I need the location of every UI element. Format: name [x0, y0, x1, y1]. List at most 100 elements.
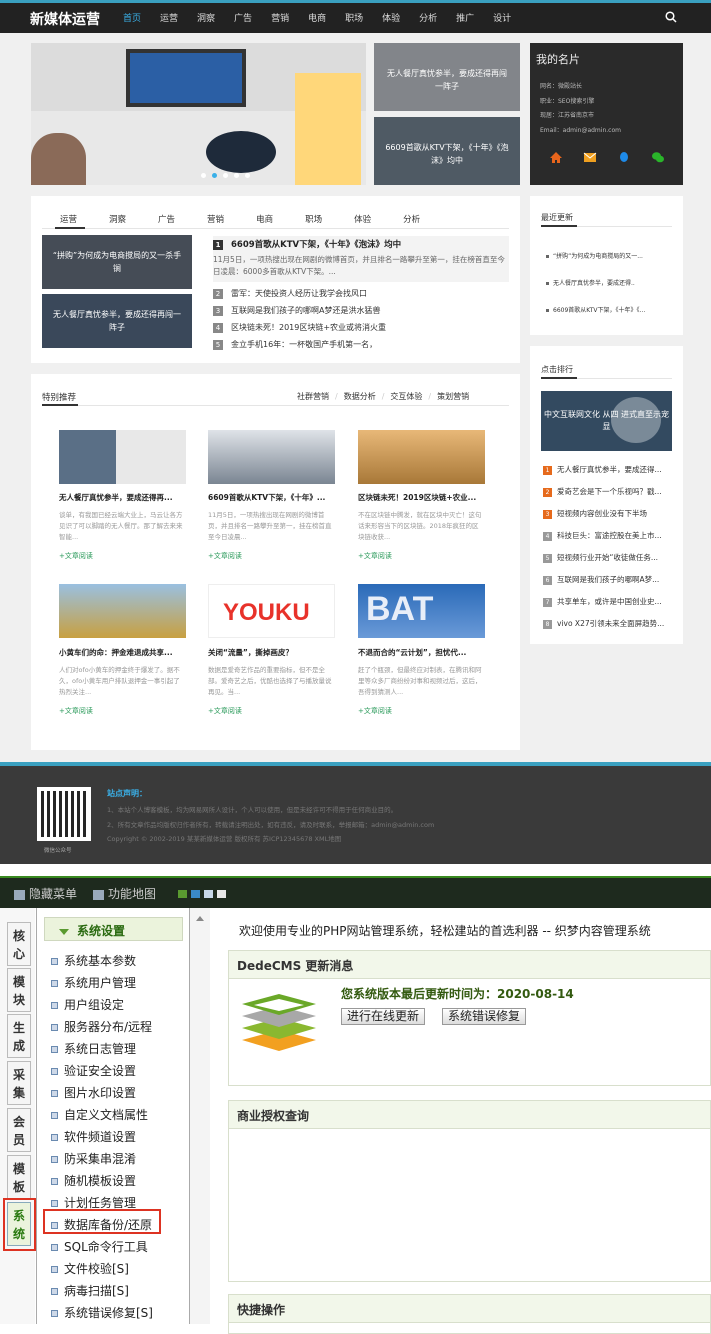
rank-item[interactable]: 5 短视频行业开始“收徒做任务...	[543, 552, 673, 563]
read-more-link[interactable]: +文章阅读	[358, 706, 392, 716]
read-more-link[interactable]: +文章阅读	[59, 706, 93, 716]
featured-item-title[interactable]: 小黄车们的命：押金难退成共享...	[59, 647, 187, 658]
featured-link[interactable]: 社群营销	[297, 392, 329, 401]
featured-image[interactable]: YOUKU	[208, 584, 335, 638]
menu-item[interactable]: 系统基本参数	[51, 952, 136, 969]
headline-news[interactable]: 1 6609首歌从KTV下架，《十年》《泡沫》均中 11月5日，一项热搜出现在网剧…	[213, 236, 509, 282]
read-more-link[interactable]: +文章阅读	[208, 551, 242, 561]
menu-item[interactable]: 系统日志管理	[51, 1040, 136, 1057]
nav-item[interactable]: 电商	[308, 11, 326, 24]
menu-scrollbar[interactable]	[190, 908, 210, 1324]
tab[interactable]: 分析	[403, 213, 420, 225]
featured-image[interactable]	[59, 430, 186, 484]
theme-swatch[interactable]	[204, 890, 213, 898]
menu-item[interactable]: 系统错误修复[S]	[51, 1304, 153, 1321]
menu-item[interactable]: SQL命令行工具	[51, 1238, 148, 1255]
tab[interactable]: 洞察	[109, 213, 126, 225]
search-icon[interactable]	[665, 11, 677, 23]
side-tab-core[interactable]: 核心	[7, 922, 31, 966]
menu-item[interactable]: 防采集串混淆	[51, 1150, 136, 1167]
tab[interactable]: 广告	[158, 213, 175, 225]
news-list-item[interactable]: 2 雷军：天使投资人经历让我学会找风口	[213, 288, 367, 299]
news-image[interactable]: 无人餐厅真忧参半，要成还得再闯一阵子	[42, 294, 192, 348]
tab[interactable]: 电商	[256, 213, 273, 225]
nav-item[interactable]: 运营	[160, 11, 178, 24]
slider-dot[interactable]	[223, 173, 228, 178]
read-more-link[interactable]: +文章阅读	[208, 706, 242, 716]
home-icon[interactable]	[549, 151, 563, 164]
news-list-item[interactable]: 4 区块链未死！2019区块链+农业或将消火重	[213, 322, 386, 333]
rank-item[interactable]: 4 科技巨头：富途控股在美上市...	[543, 530, 673, 541]
recent-item[interactable]: 无人餐厅真忧参半，要成还得..	[546, 278, 635, 287]
menu-item[interactable]: 随机模板设置	[51, 1172, 136, 1189]
scroll-up-icon[interactable]	[196, 916, 204, 921]
news-list-item[interactable]: 3 互联网是我们孩子的哪啊A梦还是洪水猛兽	[213, 305, 380, 316]
menu-item[interactable]: 图片水印设置	[51, 1084, 136, 1101]
rank-item[interactable]: 2 爱奇艺会是下一个乐视吗？戳...	[543, 486, 673, 497]
menu-item[interactable]: 用户组设定	[51, 996, 124, 1013]
site-logo[interactable]: 新媒体运营	[30, 9, 100, 29]
rank-item[interactable]: 1 无人餐厅真忧参半，要成还得...	[543, 464, 673, 475]
menu-item[interactable]: 软件频道设置	[51, 1128, 136, 1145]
hero-slider[interactable]	[31, 43, 366, 185]
slider-thumb[interactable]: 无人餐厅真忧参半，要成还得再闯一阵子	[374, 43, 520, 111]
featured-item-title[interactable]: 区块链未死！2019区块链+农业...	[358, 492, 486, 503]
error-fix-button[interactable]: 系统错误修复	[442, 1008, 527, 1025]
nav-item[interactable]: 职场	[345, 11, 363, 24]
featured-image[interactable]	[208, 430, 335, 484]
mail-icon[interactable]	[583, 151, 597, 164]
slider-dot[interactable]	[201, 173, 206, 178]
slider-dot[interactable]	[234, 173, 239, 178]
slider-thumb[interactable]: 6609首歌从KTV下架，《十年》《泡沫》均中	[374, 117, 520, 185]
tab[interactable]: 职场	[305, 213, 322, 225]
side-tab-modules[interactable]: 模块	[7, 968, 31, 1012]
menu-item[interactable]: 系统用户管理	[51, 974, 136, 991]
wechat-icon[interactable]	[651, 151, 665, 164]
rank-item[interactable]: 7 共享单车，或许是中国创业史...	[543, 596, 673, 607]
featured-image[interactable]	[358, 430, 485, 484]
nav-item[interactable]: 分析	[419, 11, 437, 24]
featured-item-title[interactable]: 不退而合的“云计划”，担忧代...	[358, 647, 486, 658]
slider-dot[interactable]	[245, 173, 250, 178]
featured-item-title[interactable]: 无人餐厅真忧参半，要成还得再...	[59, 492, 187, 503]
nav-item[interactable]: 营销	[271, 11, 289, 24]
tab[interactable]: 体验	[354, 213, 371, 225]
menu-item[interactable]: 文件校验[S]	[51, 1260, 129, 1277]
theme-swatch[interactable]	[191, 890, 200, 898]
side-tab-templates[interactable]: 模板	[7, 1155, 31, 1199]
featured-link[interactable]: 策划营销	[437, 392, 469, 401]
side-tab-members[interactable]: 会员	[7, 1108, 31, 1152]
featured-item-title[interactable]: 关闭“流量”，撕掉画皮？	[208, 647, 336, 658]
news-list-item[interactable]: 5 金立手机16年：一杯敬国产手机第一名，	[213, 339, 377, 350]
slider-dot[interactable]	[212, 173, 217, 178]
featured-image[interactable]: BAT	[358, 584, 485, 638]
recent-item[interactable]: 6609首歌从KTV下架，《十年》《...	[546, 305, 645, 314]
rank-image[interactable]: 中文互联网文化 从四 进式直至示宠显	[541, 391, 672, 451]
featured-image[interactable]	[59, 584, 186, 638]
theme-swatch[interactable]	[178, 890, 187, 898]
tab-operation[interactable]: 运营	[60, 213, 77, 225]
nav-item-home[interactable]: 首页	[123, 11, 141, 24]
nav-item[interactable]: 体验	[382, 11, 400, 24]
recent-item[interactable]: “拼购”为何成为电商搅局的又一...	[546, 251, 643, 260]
rank-item[interactable]: 3 短视频内容创业没有下半场	[543, 508, 673, 519]
menu-item[interactable]: 服务器分布/远程	[51, 1018, 152, 1035]
qq-icon[interactable]	[617, 151, 631, 164]
news-image[interactable]: “拼购”为何成为电商搅局的又一杀手锏	[42, 235, 192, 289]
site-map-button[interactable]: 功能地图	[93, 885, 156, 902]
menu-item[interactable]: 验证安全设置	[51, 1062, 136, 1079]
featured-link[interactable]: 数据分析	[344, 392, 376, 401]
side-tab-generate[interactable]: 生成	[7, 1014, 31, 1058]
featured-link[interactable]: 交互体验	[390, 392, 422, 401]
menu-header[interactable]: 系统设置	[44, 917, 183, 941]
nav-item[interactable]: 设计	[493, 11, 511, 24]
rank-item[interactable]: 8 vivo X27引领未来全面屏趋势...	[543, 618, 673, 629]
menu-item[interactable]: 病毒扫描[S]	[51, 1282, 129, 1299]
nav-item[interactable]: 广告	[234, 11, 252, 24]
hide-menu-button[interactable]: 隐藏菜单	[14, 885, 77, 902]
theme-swatch[interactable]	[217, 890, 226, 898]
tab[interactable]: 营销	[207, 213, 224, 225]
menu-item[interactable]: 自定义文档属性	[51, 1106, 148, 1123]
nav-item[interactable]: 洞察	[197, 11, 215, 24]
rank-item[interactable]: 6 互联网是我们孩子的哪啊A梦...	[543, 574, 673, 585]
